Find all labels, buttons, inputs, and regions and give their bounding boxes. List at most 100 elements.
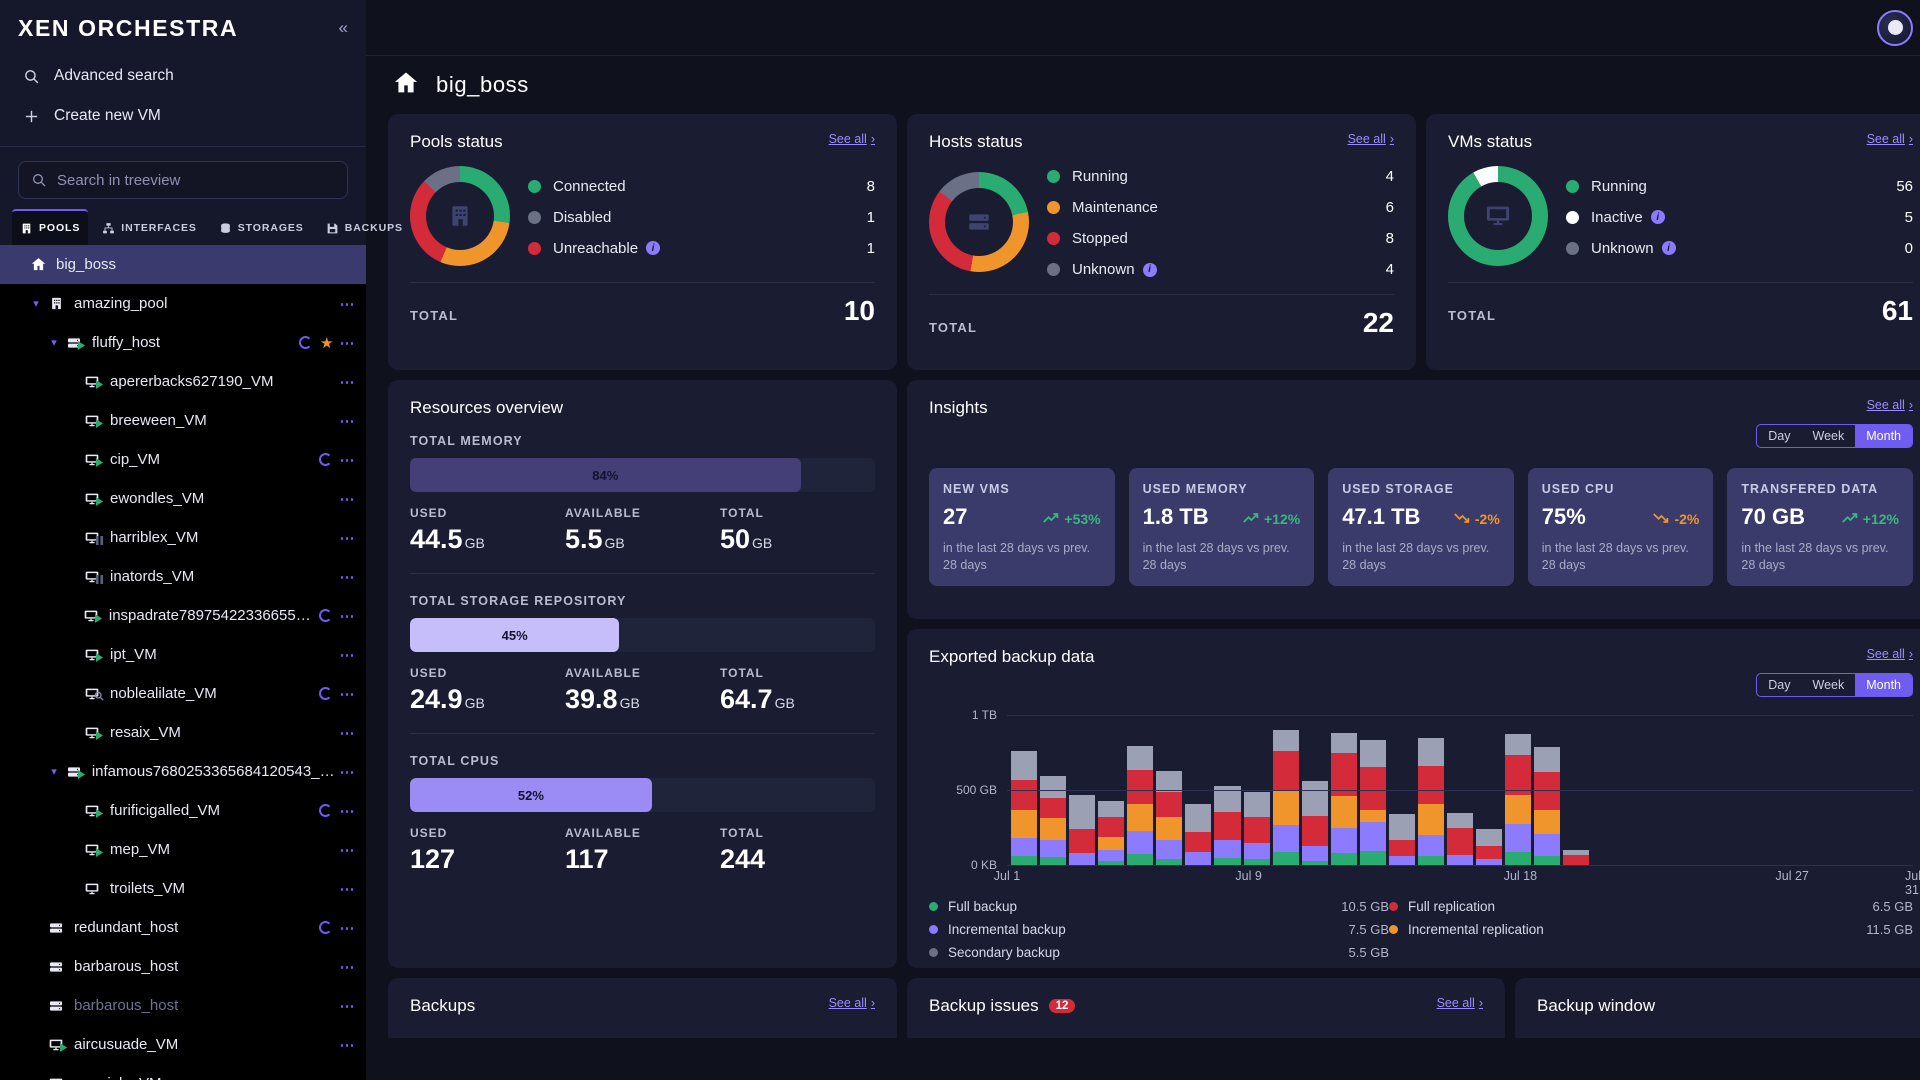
tree-item-infamous7680253365684120543-h[interactable]: ▾infamous7680253365684120543_h...⋯	[0, 752, 366, 791]
row-menu-button[interactable]: ⋯	[340, 607, 357, 625]
favorite-star-icon[interactable]: ★	[320, 334, 333, 352]
info-icon[interactable]: i	[1651, 210, 1665, 224]
chevron-down-icon[interactable]: ▾	[28, 297, 44, 310]
row-menu-button[interactable]: ⋯	[340, 958, 357, 976]
backup-range-day[interactable]: Day	[1757, 674, 1801, 696]
legend-color-dot	[929, 948, 938, 957]
tab-interfaces[interactable]: INTERFACES	[94, 209, 205, 245]
chart-bar-segment	[1273, 730, 1299, 751]
chart-bar-segment	[1011, 856, 1037, 865]
backup-range-week[interactable]: Week	[1802, 674, 1856, 696]
vms-see-all-link[interactable]: See all ›	[1867, 132, 1913, 146]
row-menu-button[interactable]: ⋯	[340, 334, 357, 352]
info-icon[interactable]: i	[646, 241, 660, 255]
backup-range-month[interactable]: Month	[1855, 674, 1912, 696]
vm-icon	[80, 881, 104, 897]
tree-item-inatords-vm[interactable]: inatords_VM⋯	[0, 557, 366, 596]
chevron-down-icon[interactable]: ▾	[46, 336, 62, 349]
search-input[interactable]	[57, 172, 335, 189]
info-icon[interactable]: i	[1143, 263, 1157, 277]
chart-bar-segment	[1156, 792, 1182, 818]
status-dot	[1047, 232, 1060, 245]
legend-row: Disabled1	[528, 209, 875, 226]
pools-see-all-link[interactable]: See all ›	[829, 132, 875, 146]
tree-item-fluffy-host[interactable]: ▾fluffy_host★⋯	[0, 323, 366, 362]
chart-legend-amount: 7.5 GB	[1349, 922, 1389, 937]
collapse-sidebar-icon[interactable]: «	[339, 18, 348, 38]
tree-item-cip-vm[interactable]: cip_VM⋯	[0, 440, 366, 479]
backup-bar-chart: 0 KB500 GB1 TB	[929, 715, 1913, 865]
create-new-vm-button[interactable]: Create new VM	[0, 96, 366, 136]
row-menu-button[interactable]: ⋯	[340, 802, 357, 820]
tree-item-label: aircusuade_VM	[74, 1036, 178, 1053]
tree-item-ipt-vm[interactable]: ipt_VM⋯	[0, 635, 366, 674]
tree-item-aircusuade-vm[interactable]: aircusuade_VM ⋯	[0, 1025, 366, 1064]
tree-item-amazing-pool[interactable]: ▾amazing_pool⋯	[0, 284, 366, 323]
row-menu-button[interactable]: ⋯	[340, 997, 357, 1015]
chevron-down-icon[interactable]: ▾	[46, 765, 62, 778]
insight-value: 27	[943, 504, 967, 530]
advanced-search-button[interactable]: Advanced search	[0, 56, 366, 96]
insight-label: USED CPU	[1542, 482, 1700, 496]
tree-item-ammiale-vm[interactable]: ammiale_VM⋯	[0, 1064, 366, 1080]
tree-item-barbarous-host[interactable]: barbarous_host⋯	[0, 947, 366, 986]
backup-window-title: Backup window	[1537, 996, 1655, 1016]
backup-issues-see-all-link[interactable]: See all ›	[1437, 996, 1483, 1010]
row-menu-button[interactable]: ⋯	[340, 568, 357, 586]
tree-item-redundant-host[interactable]: redundant_host⋯	[0, 908, 366, 947]
row-menu-button[interactable]: ⋯	[340, 919, 357, 937]
tab-backups[interactable]: BACKUPS	[318, 209, 411, 245]
tree-item-breeween-vm[interactable]: breeween_VM⋯	[0, 401, 366, 440]
exported-backup-see-all-link[interactable]: See all ›	[1867, 647, 1913, 661]
resource-stat: TOTAL64.7GB	[720, 666, 875, 715]
chart-bar-segment	[1156, 840, 1182, 860]
tree-item-ewondles-vm[interactable]: ewondles_VM⋯	[0, 479, 366, 518]
tree-item-troilets-vm[interactable]: troilets_VM⋯	[0, 869, 366, 908]
tab-storages[interactable]: STORAGES	[211, 209, 312, 245]
chart-legend-column-1: Full backup10.5 GBIncremental backup7.5 …	[929, 899, 1389, 960]
search-in-treeview-box[interactable]	[18, 161, 348, 199]
backups-see-all-link[interactable]: See all ›	[829, 996, 875, 1010]
avatar[interactable]	[1877, 10, 1913, 46]
tree-item-harriblex-vm[interactable]: harriblex_VM⋯	[0, 518, 366, 557]
hosts-see-all-link[interactable]: See all ›	[1348, 132, 1394, 146]
tree-item-mep-vm[interactable]: mep_VM⋯	[0, 830, 366, 869]
tree-item-big-boss[interactable]: big_boss	[0, 245, 366, 284]
row-menu-button[interactable]: ⋯	[340, 529, 357, 547]
row-menu-button[interactable]: ⋯	[340, 724, 357, 742]
tree-item-inspadrate7897542233665532[interactable]: inspadrate7897542233665532...⋯	[0, 596, 366, 635]
insight-trend: +12%	[1842, 511, 1899, 527]
insights-range-day[interactable]: Day	[1757, 425, 1801, 447]
row-menu-button[interactable]: ⋯	[340, 295, 357, 313]
tab-pools[interactable]: POOLS	[12, 209, 88, 245]
status-dot	[528, 211, 541, 224]
chart-bar	[1534, 747, 1560, 866]
resource-stat-value: 117	[565, 844, 720, 875]
row-menu-button[interactable]: ⋯	[340, 412, 357, 430]
row-menu-button[interactable]: ⋯	[340, 685, 357, 703]
row-menu-button[interactable]: ⋯	[340, 880, 357, 898]
insights-range-week[interactable]: Week	[1802, 425, 1856, 447]
chart-bar	[1418, 738, 1444, 866]
tree-item-resaix-vm[interactable]: resaix_VM⋯	[0, 713, 366, 752]
insights-see-all-link[interactable]: See all ›	[1867, 398, 1913, 412]
insights-range-month[interactable]: Month	[1855, 425, 1912, 447]
info-icon[interactable]: i	[1662, 241, 1676, 255]
row-menu-button[interactable]: ⋯	[340, 841, 357, 859]
tree-item-barbarous-host[interactable]: barbarous_host⋯	[0, 986, 366, 1025]
row-menu-button[interactable]: ⋯	[340, 1036, 357, 1054]
insight-card: TRANSFERED DATA70 GB+12%in the last 28 d…	[1727, 468, 1913, 586]
row-menu-button[interactable]: ⋯	[340, 1075, 357, 1080]
row-menu-button[interactable]: ⋯	[340, 490, 357, 508]
chart-bar-segment	[1418, 804, 1444, 836]
status-dot	[528, 242, 541, 255]
row-menu-button[interactable]: ⋯	[340, 373, 357, 391]
row-menu-button[interactable]: ⋯	[340, 763, 357, 781]
tree-item-noblealilate-vm[interactable]: noblealilate_VM⋯	[0, 674, 366, 713]
tree-item-furificigalled-vm[interactable]: furificigalled_VM⋯	[0, 791, 366, 830]
row-menu-button[interactable]: ⋯	[340, 451, 357, 469]
row-menu-button[interactable]: ⋯	[340, 646, 357, 664]
tree-item-apererbacks627190-vm[interactable]: apererbacks627190_VM⋯	[0, 362, 366, 401]
legend-row: Connected8	[528, 178, 875, 195]
right-column: Insights See all › DayWeekMonth NEW VMS2…	[907, 380, 1920, 968]
